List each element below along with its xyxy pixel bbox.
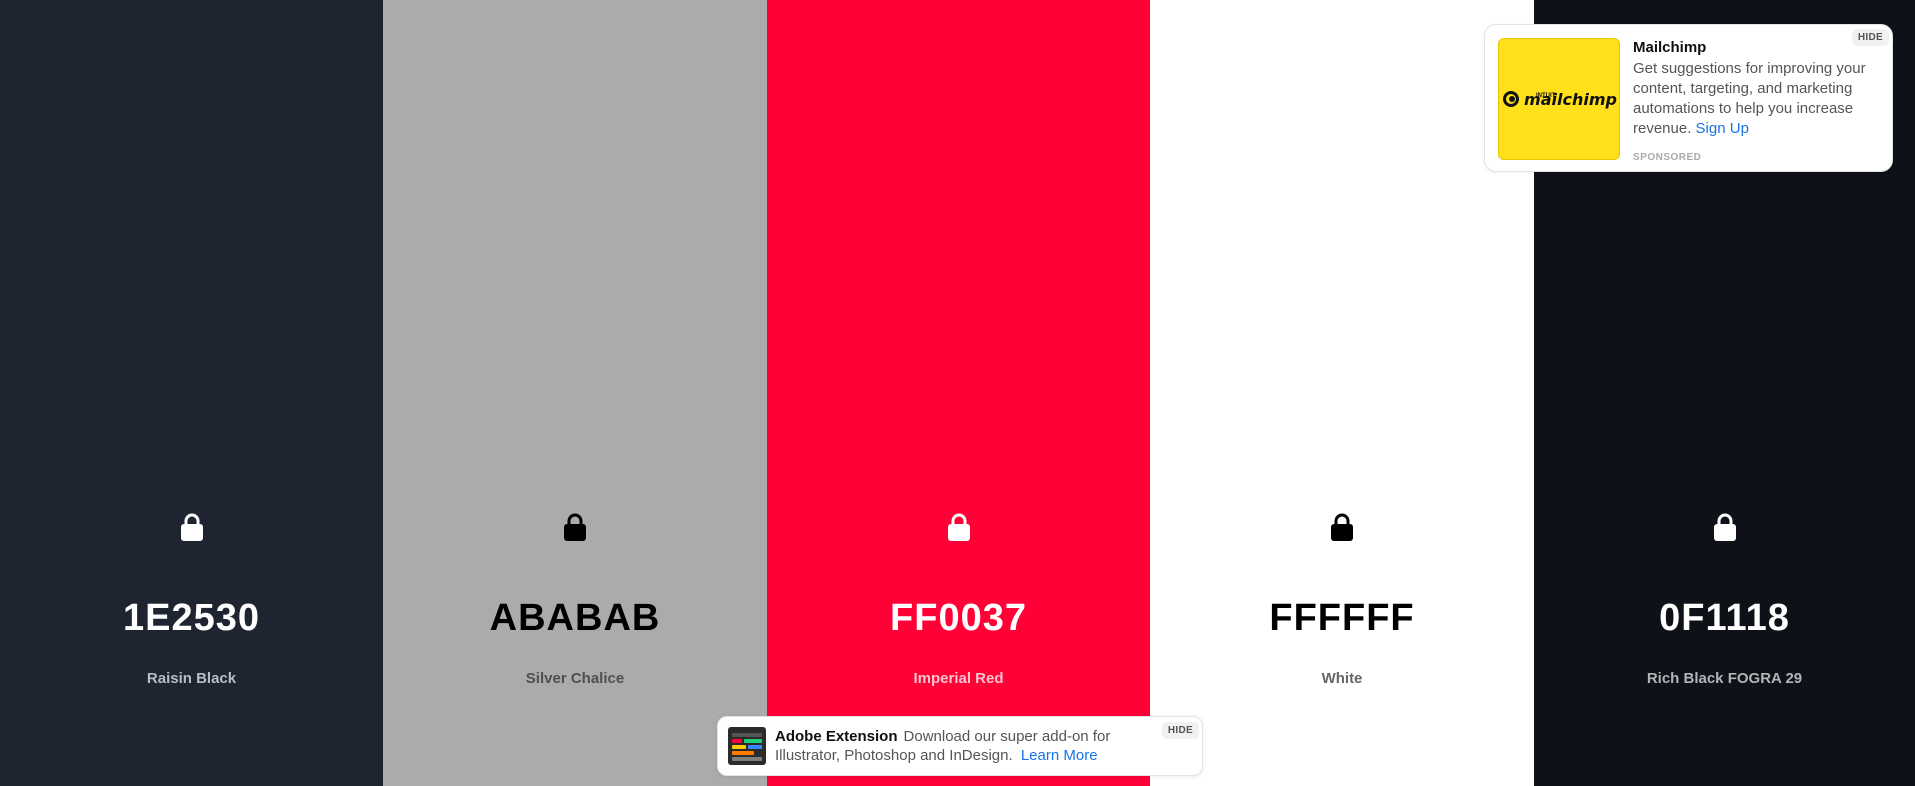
color-hex[interactable]: FFFFFF <box>1150 597 1534 640</box>
mailchimp-ad[interactable]: mailchimp INTUIT Mailchimp Get suggestio… <box>1484 24 1893 172</box>
ad-title[interactable]: Mailchimp <box>1633 39 1706 56</box>
swatch-raisin-black[interactable]: 1E2530 Raisin Black <box>0 0 383 786</box>
lock-icon[interactable] <box>1711 512 1739 542</box>
lock-icon[interactable] <box>945 512 973 542</box>
color-hex[interactable]: 0F1118 <box>1534 597 1915 640</box>
swatch-silver-chalice[interactable]: ABABAB Silver Chalice <box>383 0 767 786</box>
logo-intuit: INTUIT <box>1536 93 1556 99</box>
lock-icon[interactable] <box>178 512 206 542</box>
ad-text: Adobe Extension Download our super add-on… <box>775 727 1145 765</box>
mailchimp-logo[interactable]: mailchimp INTUIT <box>1498 38 1620 160</box>
color-name[interactable]: Silver Chalice <box>383 670 767 687</box>
color-hex[interactable]: ABABAB <box>383 597 767 640</box>
swatch-imperial-red[interactable]: FF0037 Imperial Red <box>767 0 1150 786</box>
learn-more-link[interactable]: Learn More <box>1021 747 1098 764</box>
freddie-icon <box>1503 91 1520 107</box>
hide-button[interactable]: HIDE <box>1161 722 1199 739</box>
mailchimp-logo-mark: mailchimp <box>1501 89 1617 109</box>
color-hex[interactable]: FF0037 <box>767 597 1150 640</box>
ad-title[interactable]: Adobe Extension <box>775 728 898 745</box>
color-hex[interactable]: 1E2530 <box>0 597 383 640</box>
color-name[interactable]: Raisin Black <box>0 670 383 687</box>
lock-icon[interactable] <box>561 512 589 542</box>
ad-body: Get suggestions for improving your conte… <box>1633 59 1888 139</box>
sponsored-label: SPONSORED <box>1633 152 1702 163</box>
adobe-extension-ad[interactable]: Adobe Extension Download our super add-on… <box>717 716 1203 776</box>
sign-up-link[interactable]: Sign Up <box>1696 120 1749 137</box>
color-name[interactable]: White <box>1150 670 1534 687</box>
lock-icon[interactable] <box>1328 512 1356 542</box>
swatch-white[interactable]: FFFFFF White <box>1150 0 1534 786</box>
ad-body-text: Get suggestions for improving your conte… <box>1633 60 1866 137</box>
adobe-extension-thumbnail[interactable] <box>728 727 766 765</box>
hide-button[interactable]: HIDE <box>1851 29 1889 46</box>
color-name[interactable]: Imperial Red <box>767 670 1150 687</box>
color-name[interactable]: Rich Black FOGRA 29 <box>1534 670 1915 687</box>
